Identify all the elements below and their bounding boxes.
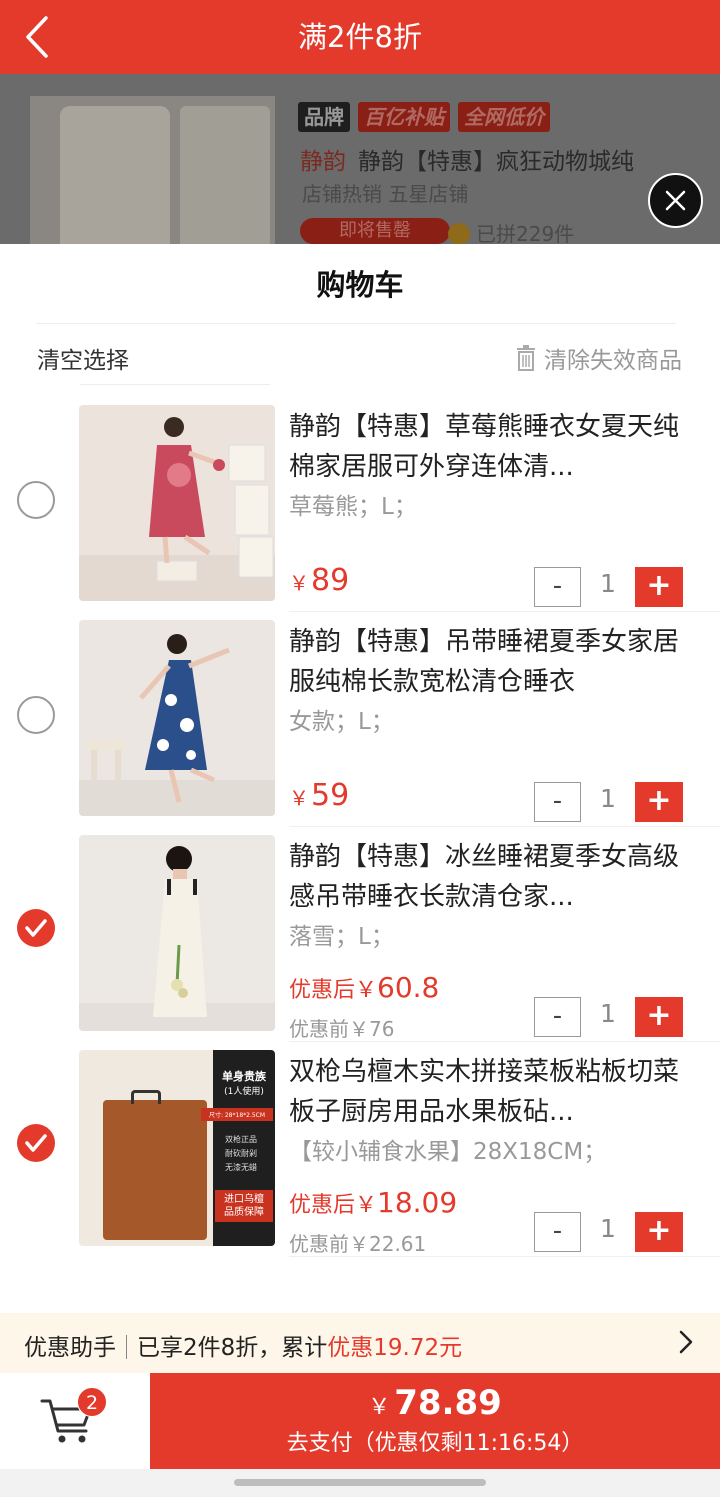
cart-item: 静韵【特惠】吊带睡裙夏季女家居服纯棉长款宽松清仓睡衣 女款；L； ￥59 - 1… bbox=[0, 620, 720, 835]
subsidy-tag: 百亿补贴 bbox=[358, 102, 450, 132]
image-headline: 单身贵族 bbox=[222, 1070, 266, 1083]
item-price: ￥89 bbox=[289, 563, 350, 598]
image-guarantee: 进口乌檀 品质保障 bbox=[215, 1190, 273, 1222]
divider bbox=[80, 384, 270, 385]
product-image[interactable] bbox=[79, 620, 275, 816]
increase-quantity-button[interactable]: + bbox=[635, 782, 683, 822]
brand-tag: 品牌 bbox=[298, 102, 350, 132]
background-product-name: 静韵 静韵【特惠】疯狂动物城纯 bbox=[300, 142, 634, 176]
clear-invalid-label: 清除失效商品 bbox=[544, 348, 682, 374]
divider bbox=[36, 323, 676, 324]
image-feature: 无漆无蜡 bbox=[225, 1163, 257, 1172]
cart-item: 单身贵族 (1人使用) 尺寸: 28*18*2.5CM 双枪正品 耐砍耐剁 无漆… bbox=[0, 1050, 720, 1265]
brand-name: 静韵 bbox=[300, 149, 346, 175]
sold-out-soon-badge: 即将售罄 bbox=[300, 218, 450, 244]
checkout-button[interactable]: ￥ 78.89 去支付（优惠仅剩11:16:54） bbox=[150, 1373, 720, 1469]
product-image[interactable]: 单身贵族 (1人使用) 尺寸: 28*18*2.5CM 双枪正品 耐砍耐剁 无漆… bbox=[79, 1050, 275, 1246]
divider bbox=[289, 611, 720, 612]
item-checkbox[interactable] bbox=[17, 696, 55, 734]
discounted-price: 优惠后￥60.8 bbox=[289, 971, 440, 1004]
image-feature: 耐砍耐剁 bbox=[225, 1149, 257, 1158]
quantity-value[interactable]: 1 bbox=[590, 784, 626, 813]
item-title[interactable]: 静韵【特惠】冰丝睡裙夏季女高级感吊带睡衣长款清仓家... bbox=[289, 837, 684, 917]
divider bbox=[289, 1041, 720, 1042]
background-product-image bbox=[30, 96, 275, 244]
total-price: ￥ 78.89 bbox=[368, 1383, 502, 1423]
cart-item: 静韵【特惠】冰丝睡裙夏季女高级感吊带睡衣长款清仓家... 落雪；L； 优惠后￥6… bbox=[0, 835, 720, 1050]
item-price: ￥59 bbox=[289, 778, 350, 813]
divider bbox=[289, 1256, 720, 1257]
item-spec[interactable]: 落雪；L； bbox=[289, 917, 394, 951]
cart-title: 购物车 bbox=[316, 268, 404, 302]
checkmark-icon bbox=[25, 919, 47, 937]
product-tags: 品牌 百亿补贴 全网低价 bbox=[298, 102, 550, 132]
top-bar: 满2件8折 bbox=[0, 0, 720, 74]
discount-helper-bar[interactable]: 优惠助手 已享2件8折，累计优惠19.72元 bbox=[0, 1313, 720, 1373]
home-indicator[interactable] bbox=[234, 1479, 486, 1486]
decrease-quantity-button[interactable]: - bbox=[534, 782, 581, 822]
quantity-value[interactable]: 1 bbox=[590, 569, 626, 598]
quantity-value[interactable]: 1 bbox=[590, 999, 626, 1028]
increase-quantity-button[interactable]: + bbox=[635, 1212, 683, 1252]
decrease-quantity-button[interactable]: - bbox=[534, 567, 581, 607]
close-button[interactable] bbox=[648, 173, 703, 228]
item-checkbox-checked[interactable] bbox=[17, 1124, 55, 1162]
item-title[interactable]: 静韵【特惠】吊带睡裙夏季女家居服纯棉长款宽松清仓睡衣 bbox=[289, 622, 684, 702]
clear-invalid-button[interactable]: 清除失效商品 bbox=[514, 341, 682, 375]
helper-label: 优惠助手 bbox=[24, 1335, 116, 1361]
product-image[interactable] bbox=[79, 405, 275, 601]
item-spec[interactable]: 【较小辅食水果】28X18CM； bbox=[289, 1132, 606, 1166]
item-title[interactable]: 双枪乌檀木实木拼接菜板粘板切菜板子厨房用品水果板砧... bbox=[289, 1052, 684, 1132]
background-product: 品牌 百亿补贴 全网低价 静韵 静韵【特惠】疯狂动物城纯 店铺热销 五星店铺 即将… bbox=[0, 74, 720, 244]
divider bbox=[289, 826, 720, 827]
increase-quantity-button[interactable]: + bbox=[635, 997, 683, 1037]
clear-selection-button[interactable]: 清空选择 bbox=[37, 341, 129, 375]
decrease-quantity-button[interactable]: - bbox=[534, 997, 581, 1037]
grouped-count: 已拼229件 bbox=[448, 218, 574, 244]
item-title[interactable]: 静韵【特惠】草莓熊睡衣女夏天纯棉家居服可外穿连体清... bbox=[289, 407, 684, 487]
original-price: 优惠前￥76 bbox=[289, 1017, 395, 1041]
item-checkbox-checked[interactable] bbox=[17, 909, 55, 947]
image-feature: 双枪正品 bbox=[225, 1135, 257, 1144]
pay-label: 去支付（优惠仅剩11:16:54） bbox=[286, 1431, 584, 1456]
cart-item: 静韵【特惠】草莓熊睡衣女夏天纯棉家居服可外穿连体清... 草莓熊；L； ￥89 … bbox=[0, 405, 720, 620]
low-price-tag: 全网低价 bbox=[458, 102, 550, 132]
decrease-quantity-button[interactable]: - bbox=[534, 1212, 581, 1252]
quantity-value[interactable]: 1 bbox=[590, 1214, 626, 1243]
cart-count-badge: 2 bbox=[77, 1387, 107, 1417]
image-size-label: 尺寸: 28*18*2.5CM bbox=[201, 1108, 273, 1121]
checkmark-icon bbox=[25, 1134, 47, 1152]
trash-icon bbox=[517, 345, 535, 371]
item-spec[interactable]: 女款；L； bbox=[289, 702, 394, 736]
product-image[interactable] bbox=[79, 835, 275, 1031]
item-checkbox[interactable] bbox=[17, 481, 55, 519]
page-title: 满2件8折 bbox=[298, 20, 422, 54]
increase-quantity-button[interactable]: + bbox=[635, 567, 683, 607]
original-price: 优惠前￥22.61 bbox=[289, 1232, 427, 1256]
helper-text: 已享2件8折，累计 bbox=[137, 1335, 328, 1361]
image-sub: (1人使用) bbox=[224, 1087, 264, 1097]
close-icon bbox=[665, 190, 686, 211]
product-name: 静韵【特惠】疯狂动物城纯 bbox=[358, 149, 634, 175]
shop-badges: 店铺热销 五星店铺 bbox=[302, 182, 469, 206]
helper-highlight: 优惠19.72元 bbox=[327, 1335, 463, 1361]
discounted-price: 优惠后￥18.09 bbox=[289, 1186, 458, 1219]
divider bbox=[126, 1335, 127, 1359]
chevron-right-icon[interactable] bbox=[678, 1329, 694, 1355]
cart-sheet: 购物车 清空选择 清除失效商品 静韵【特惠】草莓熊睡衣女夏天纯棉家居服可外穿连体… bbox=[0, 244, 720, 1497]
clock-icon bbox=[448, 223, 470, 244]
item-spec[interactable]: 草莓熊；L； bbox=[289, 487, 417, 521]
